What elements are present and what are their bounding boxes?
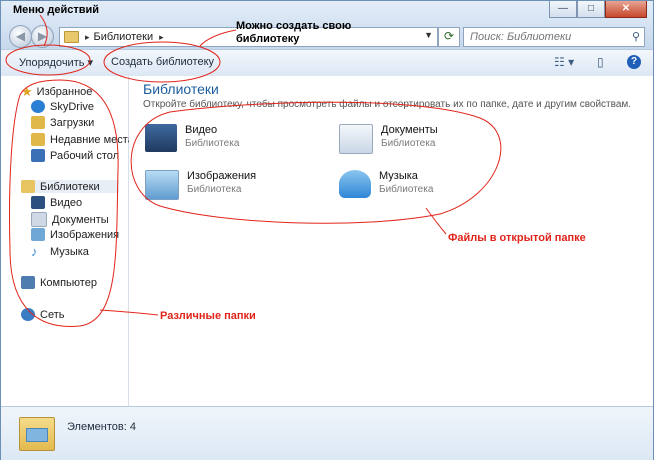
libraries-folder-icon [19, 417, 55, 451]
search-icon[interactable]: ⚲ [632, 30, 640, 43]
nav-item-pictures[interactable]: Изображения [31, 228, 119, 241]
back-arrow-icon[interactable]: ◀ [9, 25, 32, 48]
library-type: Библиотека [187, 184, 242, 195]
nav-libraries-label: Библиотеки [40, 180, 100, 193]
nav-item-label: Недавние места [50, 133, 134, 146]
annotation-files-in-folder: Файлы в открытой папке [448, 232, 586, 244]
nav-network-label: Сеть [40, 308, 65, 321]
nav-item-skydrive[interactable]: SkyDrive [31, 100, 94, 113]
navigation-pane: ★ Избранное SkyDrive Загрузки Недавние м… [1, 76, 134, 406]
close-button[interactable]: ✕ [605, 1, 647, 18]
nav-item-downloads[interactable]: Загрузки [31, 116, 94, 129]
nav-favorites[interactable]: ★ Избранное [21, 84, 92, 100]
breadcrumb-separator[interactable]: ▸ [85, 32, 90, 43]
nav-item-desktop[interactable]: Рабочий стол [31, 149, 119, 162]
nav-item-recent-places[interactable]: Недавние места [31, 133, 134, 146]
nav-item-label: Музыка [50, 245, 89, 258]
folder-icon [64, 31, 79, 43]
create-library-button[interactable]: Создать библиотеку [111, 56, 214, 68]
pictures-icon [31, 228, 45, 241]
music-icon: ♪ [31, 244, 38, 259]
network-icon [21, 308, 35, 321]
nav-computer-label: Компьютер [40, 276, 97, 289]
library-type: Библиотека [379, 184, 434, 195]
minimize-button[interactable]: — [549, 1, 577, 18]
library-type: Библиотека [185, 138, 240, 149]
library-name: Изображения [187, 170, 257, 182]
library-name: Музыка [379, 170, 418, 182]
items-count: Элементов: 4 [67, 421, 136, 433]
library-type: Библиотека [381, 138, 436, 149]
nav-item-documents[interactable]: Документы [31, 212, 109, 227]
breadcrumb-separator[interactable]: ▸ [159, 32, 164, 43]
nav-item-label: SkyDrive [50, 100, 95, 113]
page-title: Библиотеки [143, 81, 219, 97]
nav-item-video[interactable]: Видео [31, 196, 82, 209]
search-box[interactable]: ⚲ [463, 27, 645, 47]
library-item-video[interactable]: Видео Библиотека [145, 124, 239, 152]
star-icon: ★ [21, 84, 33, 99]
nav-item-label: Видео [50, 196, 83, 209]
library-item-documents[interactable]: Документы Библиотека [339, 124, 438, 154]
nav-item-label: Загрузки [50, 116, 95, 129]
details-pane: Элементов: 4 [1, 406, 653, 460]
library-name: Видео [185, 124, 218, 136]
chevron-down-icon[interactable]: ▼ [424, 30, 433, 40]
computer-icon [21, 276, 35, 289]
explorer-window: — □ ✕ ◀ ▶ ▸ Библиотеки ▸ ▼ ⟳ ⚲ Упорядочи… [0, 0, 654, 460]
search-input[interactable] [468, 30, 622, 44]
nav-item-label: Документы [52, 213, 109, 226]
view-options-icon[interactable]: ☷ ▾ [554, 55, 574, 69]
pictures-library-icon [145, 170, 179, 200]
nav-favorites-label: Избранное [36, 86, 93, 98]
page-subtitle: Откройте библиотеку, чтобы просмотреть ф… [143, 99, 632, 110]
annotation-create-library: Можно создать свою библиотеку [236, 20, 352, 45]
video-icon [31, 196, 45, 209]
library-item-pictures[interactable]: Изображения Библиотека [145, 170, 256, 200]
recent-places-icon [31, 133, 45, 146]
nav-item-music[interactable]: ♪ Музыка [31, 244, 89, 259]
libraries-icon [21, 180, 35, 193]
desktop-icon [31, 149, 45, 162]
organize-button[interactable]: Упорядочить ▾ [19, 56, 93, 69]
music-library-icon [339, 170, 371, 198]
forward-arrow-icon[interactable]: ▶ [31, 25, 54, 48]
documents-icon [31, 212, 47, 227]
downloads-icon [31, 116, 45, 129]
skydrive-icon [31, 100, 45, 113]
annotation-actions-menu: Меню действий [13, 4, 100, 16]
nav-network[interactable]: Сеть [21, 308, 64, 321]
nav-computer[interactable]: Компьютер [21, 276, 97, 289]
library-item-music[interactable]: Музыка Библиотека [339, 170, 433, 198]
breadcrumb-libraries[interactable]: Библиотеки [94, 31, 154, 43]
annotation-various-folders: Различные папки [160, 310, 256, 322]
nav-libraries[interactable]: Библиотеки [21, 180, 119, 193]
nav-item-label: Изображения [50, 228, 120, 241]
maximize-button[interactable]: □ [577, 1, 605, 18]
nav-item-label: Рабочий стол [50, 149, 120, 162]
command-bar: Упорядочить ▾ Создать библиотеку ☷ ▾ ▯ ? [1, 49, 653, 77]
preview-pane-icon[interactable]: ▯ [597, 55, 604, 69]
video-library-icon [145, 124, 177, 152]
refresh-icon[interactable]: ⟳ [438, 27, 460, 47]
help-icon[interactable]: ? [627, 55, 641, 69]
documents-library-icon [339, 124, 373, 154]
library-name: Документы [381, 124, 438, 136]
caption-buttons: — □ ✕ [549, 1, 647, 18]
